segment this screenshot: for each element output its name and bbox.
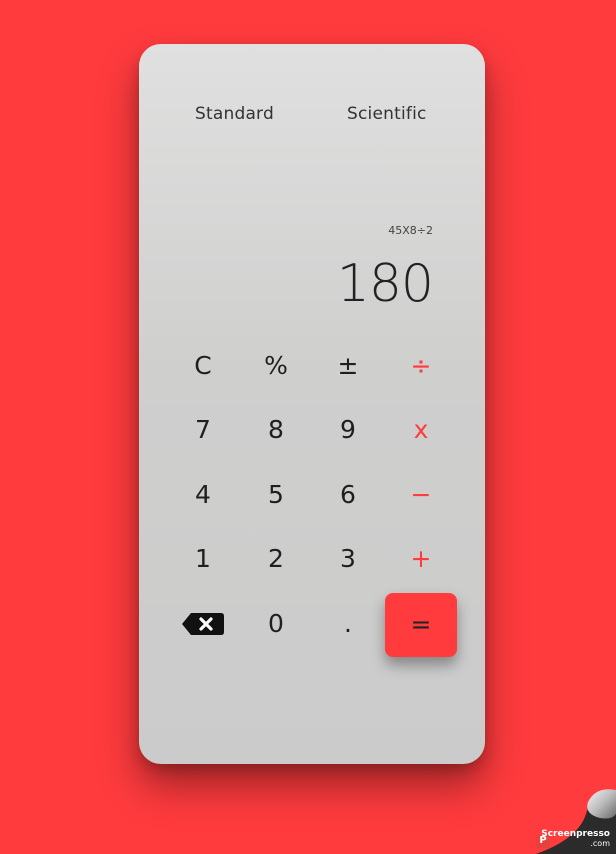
result-display: 180 <box>336 254 434 314</box>
decimal-button[interactable]: . <box>316 596 380 652</box>
one-button[interactable]: 1 <box>171 531 235 587</box>
backspace-icon <box>182 613 224 635</box>
seven-button[interactable]: 7 <box>171 402 235 458</box>
six-button[interactable]: 6 <box>316 467 380 523</box>
percent-button[interactable]: % <box>244 338 308 394</box>
expression-display: 45X8÷2 <box>388 224 433 237</box>
watermark-domain: .com <box>590 839 610 848</box>
divide-button[interactable]: ÷ <box>389 338 453 394</box>
calculator-panel: Standard Scientific 45X8÷2 180 C % ± ÷ 7… <box>139 44 485 764</box>
two-button[interactable]: 2 <box>244 531 308 587</box>
nine-button[interactable]: 9 <box>316 402 380 458</box>
plus-minus-button[interactable]: ± <box>316 338 380 394</box>
tab-standard[interactable]: Standard <box>195 104 274 124</box>
plus-button[interactable]: + <box>389 531 453 587</box>
equals-button[interactable]: = <box>385 593 457 657</box>
mode-tabs: Standard Scientific <box>139 104 485 130</box>
five-button[interactable]: 5 <box>244 467 308 523</box>
eight-button[interactable]: 8 <box>244 402 308 458</box>
zero-button[interactable]: 0 <box>244 596 308 652</box>
minus-button[interactable]: − <box>389 467 453 523</box>
backspace-button[interactable] <box>171 596 235 652</box>
four-button[interactable]: 4 <box>171 467 235 523</box>
watermark-text: Screenpresso .com <box>541 829 610 849</box>
multiply-button[interactable]: x <box>389 402 453 458</box>
three-button[interactable]: 3 <box>316 531 380 587</box>
tab-scientific[interactable]: Scientific <box>347 104 427 124</box>
clear-button[interactable]: C <box>171 338 235 394</box>
watermark-brand: Screenpresso <box>541 829 610 839</box>
